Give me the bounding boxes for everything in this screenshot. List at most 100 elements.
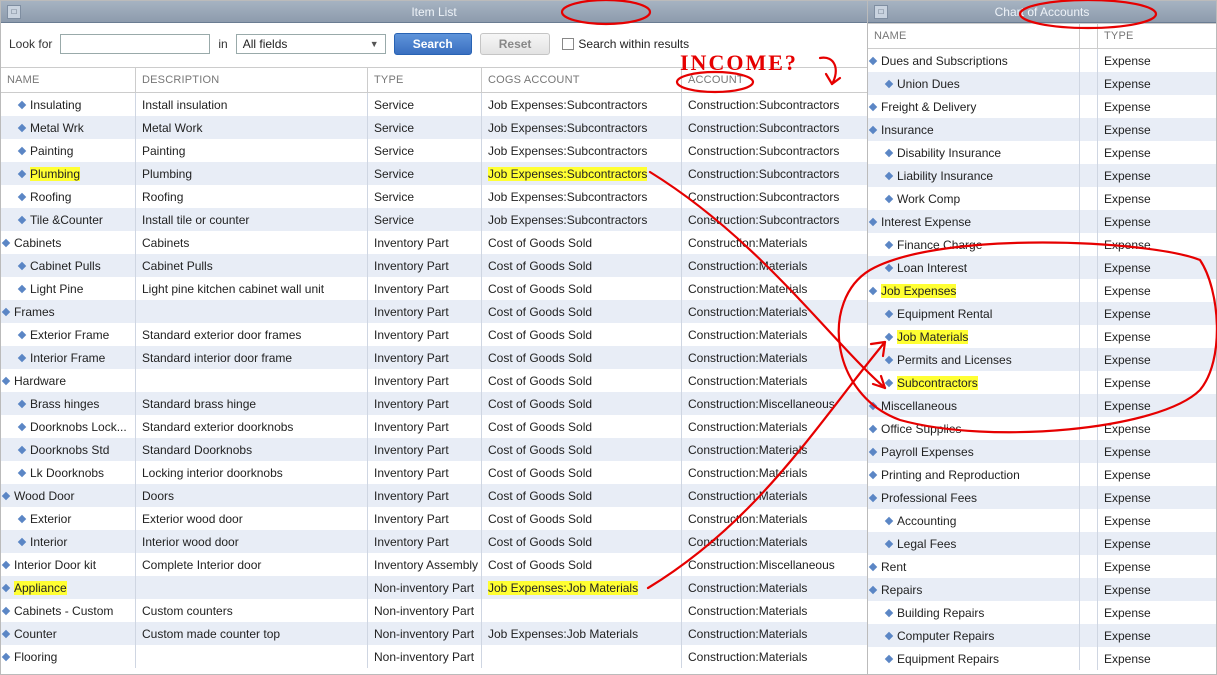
account-name: Insurance: [881, 123, 934, 137]
account-name-cell: Repairs: [868, 578, 1080, 601]
table-row[interactable]: Liability InsuranceExpense: [868, 164, 1216, 187]
diamond-icon: [869, 56, 877, 64]
table-row[interactable]: Wood DoorDoorsInventory PartCost of Good…: [1, 484, 867, 507]
item-description: Complete Interior door: [136, 553, 368, 576]
table-row[interactable]: Light PineLight pine kitchen cabinet wal…: [1, 277, 867, 300]
table-row[interactable]: Work CompExpense: [868, 187, 1216, 210]
item-type: Inventory Part: [368, 323, 482, 346]
item-description: Roofing: [136, 185, 368, 208]
item-name-cell: Metal Wrk: [1, 116, 136, 139]
table-row[interactable]: RentExpense: [868, 555, 1216, 578]
table-row[interactable]: SubcontractorsExpense: [868, 371, 1216, 394]
table-row[interactable]: Lk DoorknobsLocking interior doorknobsIn…: [1, 461, 867, 484]
table-row[interactable]: Metal WrkMetal WorkServiceJob Expenses:S…: [1, 116, 867, 139]
item-account: Construction:Materials: [682, 507, 867, 530]
table-row[interactable]: Union DuesExpense: [868, 72, 1216, 95]
table-row[interactable]: Equipment RentalExpense: [868, 302, 1216, 325]
account-type: Expense: [1098, 532, 1216, 555]
item-name-cell: Flooring: [1, 645, 136, 668]
item-name-cell: Cabinets: [1, 231, 136, 254]
header-account[interactable]: ACCOUNT: [682, 68, 867, 92]
table-row[interactable]: PlumbingPlumbingServiceJob Expenses:Subc…: [1, 162, 867, 185]
table-row[interactable]: Exterior FrameStandard exterior door fra…: [1, 323, 867, 346]
table-row[interactable]: FlooringNon-inventory PartConstruction:M…: [1, 645, 867, 668]
table-row[interactable]: Interior Door kitComplete Interior doorI…: [1, 553, 867, 576]
account-type: Expense: [1098, 509, 1216, 532]
item-list-rows[interactable]: InsulatingInstall insulationServiceJob E…: [1, 93, 867, 674]
table-row[interactable]: InteriorInterior wood doorInventory Part…: [1, 530, 867, 553]
table-row[interactable]: Freight & DeliveryExpense: [868, 95, 1216, 118]
table-row[interactable]: Job ExpensesExpense: [868, 279, 1216, 302]
table-row[interactable]: InsulatingInstall insulationServiceJob E…: [1, 93, 867, 116]
table-row[interactable]: AccountingExpense: [868, 509, 1216, 532]
table-row[interactable]: InsuranceExpense: [868, 118, 1216, 141]
header-description[interactable]: DESCRIPTION: [136, 68, 368, 92]
header-name[interactable]: NAME: [1, 68, 136, 92]
diamond-icon: [885, 608, 893, 616]
item-description: Install tile or counter: [136, 208, 368, 231]
table-row[interactable]: Cabinet PullsCabinet PullsInventory Part…: [1, 254, 867, 277]
account-name-cell: Payroll Expenses: [868, 440, 1080, 463]
table-row[interactable]: PaintingPaintingServiceJob Expenses:Subc…: [1, 139, 867, 162]
chart-rows[interactable]: Dues and SubscriptionsExpenseUnion DuesE…: [868, 49, 1216, 674]
header-name[interactable]: NAME: [868, 24, 1080, 48]
table-row[interactable]: Printing and ReproductionExpense: [868, 463, 1216, 486]
table-row[interactable]: CabinetsCabinetsInventory PartCost of Go…: [1, 231, 867, 254]
table-row[interactable]: ApplianceNon-inventory PartJob Expenses:…: [1, 576, 867, 599]
account-type: Expense: [1098, 72, 1216, 95]
account-name: Repairs: [881, 583, 922, 597]
table-row[interactable]: RoofingRoofingServiceJob Expenses:Subcon…: [1, 185, 867, 208]
item-cogs-account: Cost of Goods Sold: [482, 231, 682, 254]
table-row[interactable]: Disability InsuranceExpense: [868, 141, 1216, 164]
table-row[interactable]: Tile &CounterInstall tile or counterServ…: [1, 208, 867, 231]
header-type[interactable]: TYPE: [1098, 24, 1216, 48]
search-within-checkbox[interactable]: Search within results: [562, 37, 689, 51]
table-row[interactable]: Cabinets - CustomCustom countersNon-inve…: [1, 599, 867, 622]
item-type: Inventory Part: [368, 392, 482, 415]
search-button[interactable]: Search: [394, 33, 472, 55]
table-row[interactable]: MiscellaneousExpense: [868, 394, 1216, 417]
item-cogs-account: Cost of Goods Sold: [482, 369, 682, 392]
table-row[interactable]: Office SuppliesExpense: [868, 417, 1216, 440]
table-row[interactable]: Computer RepairsExpense: [868, 624, 1216, 647]
table-row[interactable]: Legal FeesExpense: [868, 532, 1216, 555]
item-name-cell: Hardware: [1, 369, 136, 392]
spacer-cell: [1080, 72, 1098, 95]
header-type[interactable]: TYPE: [368, 68, 482, 92]
table-row[interactable]: Loan InterestExpense: [868, 256, 1216, 279]
item-account: Construction:Materials: [682, 415, 867, 438]
diamond-icon: [869, 585, 877, 593]
table-row[interactable]: FramesInventory PartCost of Goods SoldCo…: [1, 300, 867, 323]
fields-select[interactable]: All fields ▼: [236, 34, 386, 54]
table-row[interactable]: HardwareInventory PartCost of Goods Sold…: [1, 369, 867, 392]
look-for-input[interactable]: [60, 34, 210, 54]
table-row[interactable]: RepairsExpense: [868, 578, 1216, 601]
table-row[interactable]: Payroll ExpensesExpense: [868, 440, 1216, 463]
maximize-icon[interactable]: □: [874, 5, 888, 19]
table-row[interactable]: Interior FrameStandard interior door fra…: [1, 346, 867, 369]
item-description: Standard exterior door frames: [136, 323, 368, 346]
table-row[interactable]: Permits and LicensesExpense: [868, 348, 1216, 371]
table-row[interactable]: Finance ChargeExpense: [868, 233, 1216, 256]
table-row[interactable]: Doorknobs Lock...Standard exterior doork…: [1, 415, 867, 438]
table-row[interactable]: ExteriorExterior wood doorInventory Part…: [1, 507, 867, 530]
table-row[interactable]: Building RepairsExpense: [868, 601, 1216, 624]
header-cogs-account[interactable]: COGS ACCOUNT: [482, 68, 682, 92]
chart-title: Chart of Accounts: [995, 5, 1090, 19]
table-row[interactable]: Professional FeesExpense: [868, 486, 1216, 509]
item-account: Construction:Materials: [682, 438, 867, 461]
item-description: Metal Work: [136, 116, 368, 139]
table-row[interactable]: Job MaterialsExpense: [868, 325, 1216, 348]
table-row[interactable]: Interest ExpenseExpense: [868, 210, 1216, 233]
reset-button[interactable]: Reset: [480, 33, 551, 55]
item-cogs-account: Cost of Goods Sold: [482, 461, 682, 484]
table-row[interactable]: Equipment RepairsExpense: [868, 647, 1216, 670]
table-row[interactable]: Brass hingesStandard brass hingeInventor…: [1, 392, 867, 415]
table-row[interactable]: Doorknobs StdStandard DoorknobsInventory…: [1, 438, 867, 461]
table-row[interactable]: Dues and SubscriptionsExpense: [868, 49, 1216, 72]
account-name-cell: Dues and Subscriptions: [868, 49, 1080, 72]
maximize-icon[interactable]: □: [7, 5, 21, 19]
table-row[interactable]: CounterCustom made counter topNon-invent…: [1, 622, 867, 645]
account-name-cell: Subcontractors: [868, 371, 1080, 394]
account-type: Expense: [1098, 279, 1216, 302]
